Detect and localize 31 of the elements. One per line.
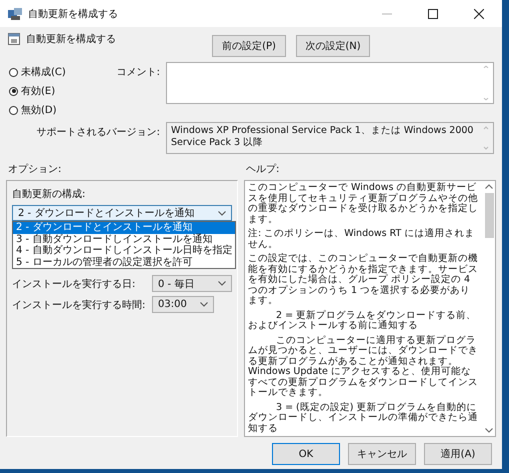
dropdown-option[interactable]: 5 - ローカルの管理者の設定選択を許可 — [13, 256, 236, 268]
help-paragraph: 注: このポリシーは、Windows RT には適用されません。 — [248, 229, 476, 250]
help-paragraph: このコンピューターに適用する更新プログラムが見つかると、ユーザーには、ダウンロードできる更新プログラムがあることが通知されます。Windows Update にアクセスすると、使用可能なすべての更新プログラムをダウンロードしてインストールできます。 — [248, 336, 479, 398]
radio-label[interactable]: 無効(D) — [21, 103, 57, 117]
policy-title: 自動更新を構成する — [26, 32, 116, 46]
help-paragraph: 3 = (既定の設定) 更新プログラムを自動的にダウンロードし、インストールの準備ができたら通知する — [248, 402, 479, 434]
options-label: オプション: — [7, 162, 62, 176]
radio-label[interactable]: 未構成(C) — [21, 65, 66, 79]
dropdown-option[interactable]: 4 - 自動ダウンロードしインストール日時を指定 — [13, 245, 236, 256]
radio-label[interactable]: 有効(E) — [21, 84, 56, 98]
comment-label: コメント: — [116, 66, 161, 79]
window-title: 自動更新を構成する — [28, 8, 118, 20]
dropdown-option[interactable]: 2 - ダウンロードとインストールを通知 — [13, 222, 236, 234]
help-paragraph: 2 = 更新プログラムをダウンロードする前、およびインストールする前に通知する — [248, 310, 478, 332]
nav-button[interactable]: 前の設定(P) — [212, 35, 286, 57]
dialog-button[interactable]: 適用(A) — [424, 443, 492, 465]
dialog-button[interactable]: OK — [272, 443, 340, 465]
field-dropdown[interactable]: 0 - 毎日 — [152, 275, 232, 292]
dialog-button[interactable]: キャンセル — [348, 443, 416, 465]
help-paragraph: このコンピューターで Windows の自動更新サービスを使用してセキュリティ更新プログラムやその他の重要なダウンロードを受け取るかどうかを指定します。 — [248, 183, 479, 225]
help-paragraph: この設定では、このコンピューターで自動更新の機能を有効にするかどうかを指定できます。サービスを有効にした場合は、グループ ポリシー設定の 4 つのオプションのうち 1 つを選択する必要があります。 — [248, 254, 479, 306]
dropdown-option[interactable]: 3 - 自動ダウンロードしインストールを通知 — [13, 234, 236, 245]
help-label: ヘルプ: — [245, 162, 280, 176]
config-dropdown[interactable]: 2 - ダウンロードとインストールを通知 — [12, 205, 232, 221]
nav-button[interactable]: 次の設定(N) — [296, 35, 370, 57]
config-label: 自動更新の構成: — [12, 188, 86, 201]
field-label: インストールを実行する日: — [12, 278, 136, 290]
field-dropdown[interactable]: 03:00 — [152, 296, 214, 313]
supported-text: Windows XP Professional Service Pack 1、または Windows 2000 Service Pack 3 以降 — [170, 124, 474, 150]
field-label: インストールを実行する時間: — [12, 298, 146, 312]
supported-label: サポートされるバージョン: — [36, 126, 161, 139]
